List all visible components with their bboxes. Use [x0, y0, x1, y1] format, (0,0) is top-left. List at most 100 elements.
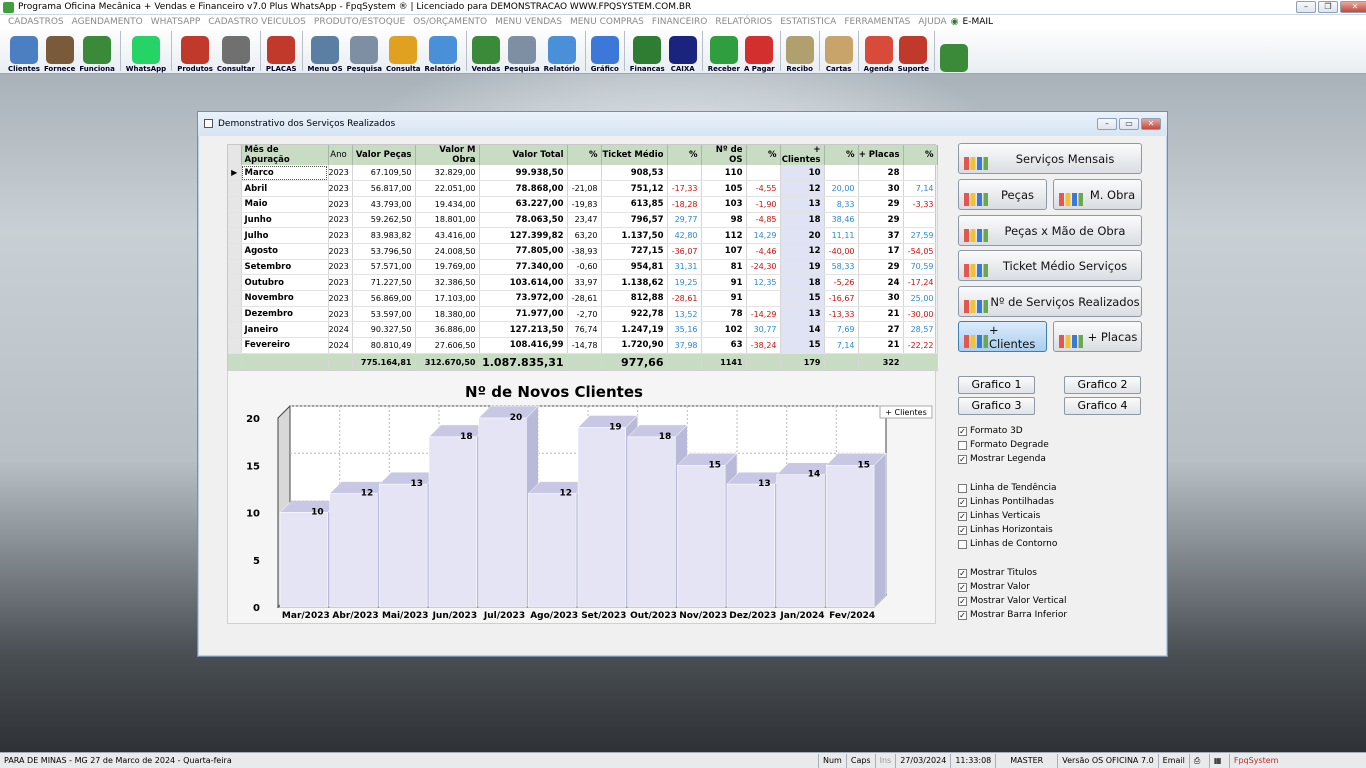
table-row[interactable]: Novembro 2023 56.869,00 17.103,00 73.972,00-… — [228, 290, 938, 307]
checked-icon[interactable]: ✓ — [958, 568, 967, 578]
toolbar-pesquisa-button[interactable]: Pesquisa — [502, 29, 541, 73]
table-row[interactable]: Abril 2023 56.817,00 22.051,00 78.868,00 -21,… — [228, 180, 938, 197]
servicos-mensais-button[interactable]: Serviços Mensais — [958, 143, 1142, 174]
unchecked-icon[interactable] — [958, 483, 967, 493]
option-checkbox[interactable]: ✓ Mostrar Titulos — [958, 568, 1037, 578]
status-email[interactable]: Email — [1157, 753, 1189, 768]
minimize-icon[interactable]: – — [1296, 1, 1316, 13]
mao-obra-button[interactable]: M. Obra — [1053, 179, 1142, 210]
checked-icon[interactable]: ✓ — [958, 582, 967, 592]
clientes-button[interactable]: + Clientes — [958, 321, 1047, 352]
window-maximize-icon[interactable]: ▭ — [1119, 118, 1139, 130]
menu-item-cadastros[interactable]: CADASTROS — [4, 17, 68, 27]
table-row[interactable]: Junho 2023 59.262,50 18.801,00 78.063,50 23,4… — [228, 212, 938, 229]
grafico-1-button[interactable]: Grafico 1 — [958, 376, 1035, 394]
table-row[interactable]: Janeiro 2024 90.327,50 36.886,00 127.213,50 7… — [228, 321, 938, 339]
option-checkbox[interactable]: ✓ Mostrar Valor Vertical — [958, 596, 1067, 606]
menu-item-menu-vendas[interactable]: MENU VENDAS — [491, 17, 566, 27]
column-header[interactable]: Nº de OS — [701, 145, 747, 165]
toolbar-fornece-button[interactable]: Fornece — [42, 29, 77, 73]
menu-item-cadastro-veiculos[interactable]: CADASTRO VEICULOS — [204, 17, 310, 27]
menu-item-ajuda[interactable]: AJUDA — [914, 17, 950, 27]
option-checkbox[interactable]: ✓ Linhas Horizontais — [958, 525, 1053, 535]
close-icon[interactable]: ✕ — [1340, 1, 1366, 13]
checked-icon[interactable]: ✓ — [958, 511, 967, 521]
window-close-icon[interactable]: ✕ — [1141, 118, 1161, 130]
option-checkbox[interactable]: ✓ Formato 3D — [958, 426, 1023, 436]
table-row[interactable]: Fevereiro 2024 80.810,49 27.606,50 108.416,9… — [228, 337, 938, 354]
toolbar-vendas-button[interactable]: Vendas — [470, 29, 503, 73]
column-header[interactable]: + Placas — [858, 145, 904, 165]
menu-item-produto-estoque[interactable]: PRODUTO/ESTOQUE — [310, 17, 409, 27]
option-checkbox[interactable]: Linha de Tendência — [958, 483, 1057, 493]
menu-item-agendamento[interactable]: AGENDAMENTO — [68, 17, 147, 27]
toolbar-menu-os-button[interactable]: Menu OS — [306, 29, 345, 73]
menu-item-menu-compras[interactable]: MENU COMPRAS — [566, 17, 648, 27]
table-row[interactable]: Setembro 2023 57.571,00 19.769,00 77.340,00-… — [228, 259, 938, 276]
toolbar-agenda-button[interactable]: Agenda — [862, 29, 896, 73]
table-row[interactable]: Outubro 2023 71.227,50 32.386,50 103.614,00 3… — [228, 274, 938, 291]
pecas-button[interactable]: Peças — [958, 179, 1047, 210]
pecas-mao-obra-button[interactable]: Peças x Mão de Obra — [958, 215, 1142, 246]
menu-item-e-mail[interactable]: E-MAIL — [959, 17, 998, 27]
toolbar-recibo-button[interactable]: Recibo — [784, 29, 816, 73]
toolbar-consulta-button[interactable]: Consulta — [384, 29, 423, 73]
checked-icon[interactable]: ✓ — [958, 426, 967, 436]
grafico-3-button[interactable]: Grafico 3 — [958, 397, 1035, 415]
column-header[interactable]: Valor Peças — [352, 145, 416, 165]
table-row[interactable]: Agosto 2023 53.796,50 24.008,50 77.805,00 -38… — [228, 243, 938, 260]
menu-item-whatsapp[interactable]: WHATSAPP — [147, 17, 205, 27]
column-header[interactable]: % — [824, 145, 859, 165]
menu-item-relat-rios[interactable]: RELATÓRIOS — [711, 17, 776, 27]
option-checkbox[interactable]: Formato Degrade — [958, 440, 1049, 450]
toolbar-suporte-button[interactable]: Suporte — [896, 29, 931, 73]
checked-icon[interactable]: ✓ — [958, 454, 967, 464]
column-header[interactable]: + Clientes — [780, 145, 825, 165]
unchecked-icon[interactable] — [958, 539, 967, 549]
toolbar-a-pagar-button[interactable]: A Pagar — [742, 29, 777, 73]
grafico-2-button[interactable]: Grafico 2 — [1064, 376, 1141, 394]
toolbar-financas-button[interactable]: Financas — [628, 29, 667, 73]
grafico-4-button[interactable]: Grafico 4 — [1064, 397, 1141, 415]
column-header[interactable]: Valor Total — [479, 145, 568, 165]
option-checkbox[interactable]: ✓ Mostrar Valor — [958, 582, 1030, 592]
toolbar-funciona-button[interactable]: Funciona — [77, 29, 116, 73]
option-checkbox[interactable]: ✓ Linhas Verticais — [958, 511, 1040, 521]
toolbar-relat-rio-button[interactable]: Relatório — [423, 29, 463, 73]
column-header[interactable]: Ano — [328, 145, 353, 165]
table-row[interactable]: Maio 2023 43.793,00 19.434,00 63.227,00 -19,8… — [228, 196, 938, 213]
toolbar-clientes-button[interactable]: Clientes — [6, 29, 42, 73]
column-header[interactable]: Ticket Médio — [601, 145, 668, 165]
option-checkbox[interactable]: ✓ Mostrar Legenda — [958, 454, 1046, 464]
toolbar-receber-button[interactable]: Receber — [706, 29, 742, 73]
checked-icon[interactable]: ✓ — [958, 497, 967, 507]
menu-item-ferramentas[interactable]: FERRAMENTAS — [840, 17, 914, 27]
table-row[interactable]: Dezembro 2023 53.597,00 18.380,00 71.977,00-… — [228, 306, 938, 323]
checked-icon[interactable]: ✓ — [958, 596, 967, 606]
column-header[interactable]: % — [903, 145, 938, 165]
option-checkbox[interactable]: Linhas de Contorno — [958, 539, 1057, 549]
toolbar-whatsapp-button[interactable]: WhatsApp — [124, 29, 168, 73]
menu-item-os-or-amento[interactable]: OS/ORÇAMENTO — [409, 17, 491, 27]
column-header[interactable]: % — [567, 145, 602, 165]
table-row[interactable]: ▶ Marco 2023 67.109,50 32.829,00 99.938,50 908… — [228, 165, 938, 182]
printer-icon[interactable]: ⎙ — [1188, 753, 1209, 768]
n-servicos-button[interactable]: Nº de Serviços Realizados — [958, 286, 1142, 317]
ticket-medio-button[interactable]: Ticket Médio Serviços — [958, 250, 1142, 281]
table-row[interactable]: Julho 2023 83.983,82 43.416,00 127.399,82 63,… — [228, 227, 938, 244]
menu-item-estatistica[interactable]: ESTATISTICA — [776, 17, 840, 27]
unchecked-icon[interactable] — [958, 440, 967, 450]
toolbar-consultar-button[interactable]: Consultar — [215, 29, 257, 73]
window-minimize-icon[interactable]: – — [1097, 118, 1117, 130]
toolbar-pesquisa-button[interactable]: Pesquisa — [345, 29, 384, 73]
toolbar-exit-button[interactable] — [938, 29, 970, 73]
toolbar-cartas-button[interactable]: Cartas — [823, 29, 855, 73]
maximize-icon[interactable]: ❐ — [1318, 1, 1338, 13]
menu-item-financeiro[interactable]: FINANCEIRO — [648, 17, 711, 27]
toolbar-produtos-button[interactable]: Produtos — [175, 29, 215, 73]
option-checkbox[interactable]: ✓ Linhas Pontilhadas — [958, 497, 1054, 507]
column-header[interactable]: % — [746, 145, 781, 165]
calculator-icon[interactable]: ▦ — [1208, 753, 1229, 768]
toolbar-gr-fico-button[interactable]: Gráfico — [589, 29, 621, 73]
placas-button[interactable]: + Placas — [1053, 321, 1142, 352]
